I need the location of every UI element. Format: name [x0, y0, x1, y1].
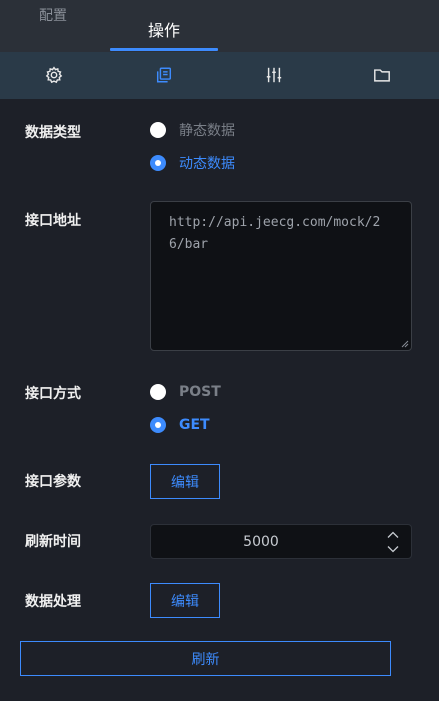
refresh-time-input[interactable]: 5000: [150, 524, 412, 559]
method-label: 接口方式: [25, 386, 81, 402]
sliders-icon[interactable]: [263, 64, 285, 86]
panel-header: 配置 操作: [0, 0, 439, 52]
radio-unchecked-icon: [150, 384, 166, 400]
data-type-label: 数据类型: [25, 125, 81, 141]
radio-post[interactable]: POST: [150, 382, 221, 402]
edit-data-process-button[interactable]: 编辑: [150, 583, 220, 618]
radio-checked-icon: [150, 155, 166, 171]
edit-params-button[interactable]: 编辑: [150, 464, 220, 499]
active-tab-indicator: [110, 48, 218, 51]
refresh-button[interactable]: 刷新: [20, 641, 391, 676]
radio-dynamic-label: 动态数据: [179, 156, 235, 172]
radio-dynamic-data[interactable]: 动态数据: [150, 153, 235, 173]
radio-get[interactable]: GET: [150, 415, 210, 435]
layers-icon[interactable]: [153, 64, 175, 86]
tab-config[interactable]: 配置: [39, 5, 67, 25]
api-url-value: http://api.jeecg.com/mock/26/bar: [169, 215, 381, 252]
api-url-label: 接口地址: [25, 213, 81, 229]
refresh-time-value: 5000: [243, 534, 279, 550]
data-process-label: 数据处理: [25, 594, 81, 610]
radio-unchecked-icon: [150, 122, 166, 138]
radio-checked-icon: [150, 417, 166, 433]
tab-operation[interactable]: 操作: [110, 17, 218, 41]
params-label: 接口参数: [25, 474, 81, 490]
radio-static-data[interactable]: 静态数据: [150, 120, 235, 140]
increment-arrow-icon[interactable]: [387, 531, 399, 539]
resize-grip-icon[interactable]: [401, 340, 409, 348]
icon-toolbar: [0, 52, 439, 99]
api-url-textarea[interactable]: http://api.jeecg.com/mock/26/bar: [150, 201, 412, 351]
folder-icon[interactable]: [371, 64, 393, 86]
refresh-time-label: 刷新时间: [25, 534, 81, 550]
radio-static-label: 静态数据: [179, 123, 235, 139]
radio-get-label: GET: [179, 417, 210, 433]
decrement-arrow-icon[interactable]: [387, 545, 399, 553]
radio-post-label: POST: [179, 384, 221, 400]
gear-icon[interactable]: [43, 64, 65, 86]
